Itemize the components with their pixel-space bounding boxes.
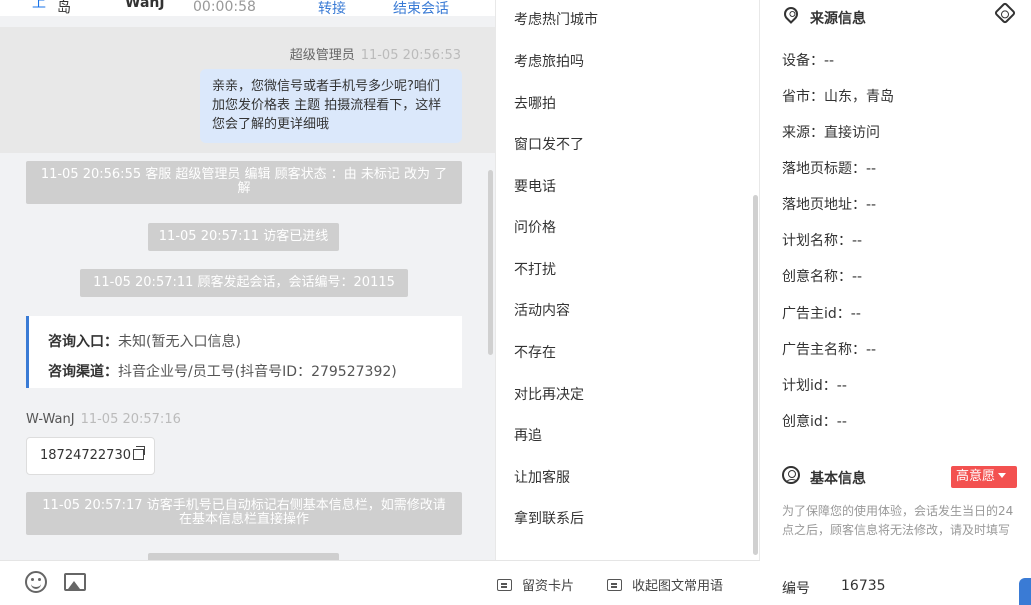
quick-reply-item[interactable]: 窗口发不了 <box>514 134 584 154</box>
source-field-creative-id: 创意id：-- <box>782 414 847 430</box>
source-field-source: 来源：直接访问 <box>782 125 880 141</box>
chat-workspace: 上 岛 WanJ 00:00:58 转接 结束会话 超级管理员 11-05 20:… <box>0 0 1031 605</box>
basic-info-note: 为了保障您的使用体验，会话发生当日的24点之后，顾客信息将无法修改，请及时填写 <box>782 504 1014 537</box>
system-message-visitor-joined: 11-05 20:57:11 访客已进线 <box>148 223 339 251</box>
system-message-phone-marked: 11-05 20:57:17 访客手机号已自动标记右侧基本信息栏，如需修改请在基… <box>26 492 462 535</box>
visitor-message-meta: W-WanJ 11-05 20:57:16 <box>26 412 181 427</box>
user-icon <box>782 466 800 484</box>
chat-scrollbar[interactable] <box>488 170 493 355</box>
quick-reply-item[interactable]: 拿到联系后 <box>514 508 584 528</box>
chat-panel: 上 岛 WanJ 00:00:58 转接 结束会话 超级管理员 11-05 20:… <box>0 0 495 560</box>
floating-edge-button[interactable] <box>1019 578 1031 605</box>
quick-reply-item[interactable]: 要电话 <box>514 176 556 196</box>
source-field-advertiser-name: 广告主名称：-- <box>782 342 877 358</box>
visitor-region-fragment: 上 <box>32 0 46 11</box>
intent-level-label: 高意愿 <box>956 469 996 484</box>
visitor-phone-bubble: 18724722730 <box>26 437 155 475</box>
channel-row: 咨询渠道：抖音企业号/员工号(抖音号ID：279527392) <box>48 357 462 387</box>
session-duration: 00:00:58 <box>193 0 256 15</box>
info-panel: 来源信息 设备：-- 省市：山东，青岛 来源：直接访问 落地页标题：-- 落地页… <box>760 0 1031 605</box>
system-message-partial <box>148 553 339 560</box>
source-info-title: 来源信息 <box>810 11 866 27</box>
visitor-message-time: 11-05 20:57:16 <box>80 412 181 427</box>
agent-name: 超级管理员 <box>289 48 355 63</box>
lead-card-label: 留资卡片 <box>522 579 575 594</box>
quick-reply-item[interactable]: 不存在 <box>514 342 556 362</box>
session-header: 上 岛 WanJ 00:00:58 转接 结束会话 <box>0 0 495 18</box>
agent-message-bubble: 亲亲，您微信号或者手机号多少呢?咱们加您发价格表 主题 拍摄流程看下，这样您会了… <box>200 69 462 143</box>
quick-reply-item[interactable]: 再追 <box>514 425 542 445</box>
channel-value: 抖音企业号/员工号(抖音号ID：279527392) <box>118 364 397 380</box>
source-field-landing-title: 落地页标题：-- <box>782 161 877 177</box>
copy-icon[interactable] <box>132 446 145 460</box>
customer-number-value: 16735 <box>841 578 886 594</box>
visitor-name: WanJ <box>125 0 165 11</box>
caret-down-icon <box>998 473 1007 478</box>
entry-row: 咨询入口：未知(暂无入口信息) <box>48 327 462 357</box>
quick-reply-item[interactable]: 考虑旅拍吗 <box>514 51 584 71</box>
collapse-phrases-button[interactable]: 收起图文常用语 <box>607 575 723 594</box>
location-pin-icon <box>781 4 801 24</box>
source-field-advertiser-id: 广告主id：-- <box>782 306 861 322</box>
entry-label: 咨询入口： <box>48 334 118 350</box>
entry-info-card: 咨询入口：未知(暂无入口信息) 咨询渠道：抖音企业号/员工号(抖音号ID：279… <box>26 316 462 388</box>
intent-level-dropdown[interactable]: 高意愿 <box>951 466 1017 488</box>
quick-reply-list: 考虑热门城市 考虑旅拍吗 去哪拍 窗口发不了 要电话 问价格 不打扰 活动内容 … <box>495 0 760 560</box>
transfer-button[interactable]: 转接 <box>318 0 346 18</box>
quick-reply-item[interactable]: 考虑热门城市 <box>514 9 598 29</box>
visitor-region: 岛 <box>57 0 71 16</box>
collapse-phrases-label: 收起图文常用语 <box>632 579 724 594</box>
quick-reply-item[interactable]: 去哪拍 <box>514 93 556 113</box>
source-field-creative-name: 创意名称：-- <box>782 269 863 285</box>
agent-message-meta: 超级管理员 11-05 20:56:53 <box>290 44 461 63</box>
visitor-phone-text: 18724722730 <box>40 448 131 463</box>
quick-reply-item[interactable]: 对比再决定 <box>514 384 584 404</box>
agent-message-time: 11-05 20:56:53 <box>360 48 461 63</box>
card-icon <box>497 579 512 591</box>
emoji-icon[interactable] <box>25 571 47 593</box>
source-field-landing-url: 落地页地址：-- <box>782 197 877 213</box>
entry-value: 未知(暂无入口信息) <box>118 334 241 350</box>
system-message-session-started: 11-05 20:57:11 顾客发起会话，会话编号：20115 <box>80 269 408 297</box>
customer-number-label: 编号 <box>782 581 810 597</box>
source-field-city: 省市：山东，青岛 <box>782 89 894 105</box>
visitor-sender-name: W-WanJ <box>26 412 75 427</box>
quick-reply-item[interactable]: 不打扰 <box>514 259 556 279</box>
quick-reply-item[interactable]: 活动内容 <box>514 300 570 320</box>
source-field-device: 设备：-- <box>782 53 835 69</box>
source-field-plan-id: 计划id：-- <box>782 378 847 394</box>
quick-reply-item[interactable]: 让加客服 <box>514 467 570 487</box>
system-message-status-change: 11-05 20:56:55 客服 超级管理员 编辑 顾客状态 ：由 未标记 改… <box>26 161 462 204</box>
channel-label: 咨询渠道： <box>48 364 118 380</box>
quick-reply-item[interactable]: 问价格 <box>514 217 556 237</box>
end-session-button[interactable]: 结束会话 <box>393 0 449 18</box>
composer-toolbar: 留资卡片 收起图文常用语 <box>0 560 760 605</box>
image-icon[interactable] <box>64 573 86 591</box>
lead-card-button[interactable]: 留资卡片 <box>497 575 574 594</box>
quick-reply-scrollbar[interactable] <box>753 195 758 555</box>
basic-info-title: 基本信息 <box>810 471 866 487</box>
message-icon <box>607 579 622 591</box>
source-field-plan-name: 计划名称：-- <box>782 233 863 249</box>
